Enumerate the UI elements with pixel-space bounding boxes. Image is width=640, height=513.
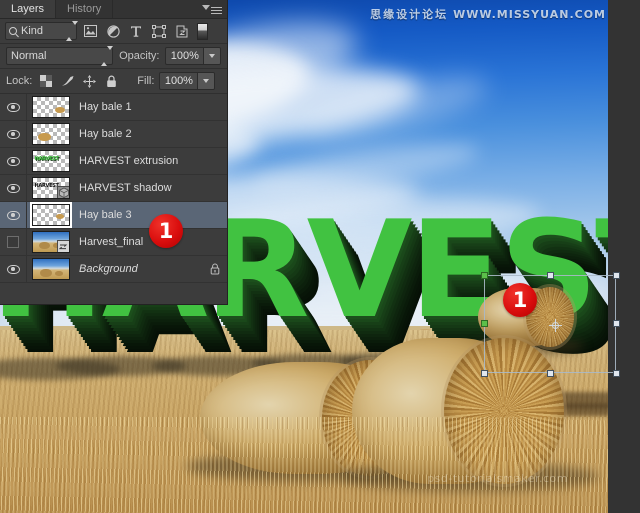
lock-position-icon[interactable]: [81, 73, 98, 90]
layer-visibility-toggle[interactable]: [0, 94, 27, 120]
fill-input[interactable]: 100%: [159, 72, 216, 90]
transform-handle-bottom-center[interactable]: [547, 370, 554, 377]
fill-slider-dropdown[interactable]: [197, 73, 215, 89]
layer-visibility-toggle[interactable]: [0, 229, 27, 255]
layer-list[interactable]: Hay bale 1 Hay bale 2 HARVEST HARVEST ex…: [0, 94, 227, 283]
layer-row-hay-bale-2[interactable]: Hay bale 2: [0, 121, 227, 148]
fill-value[interactable]: 100%: [160, 75, 197, 87]
photoshop-window: HARVEST: [0, 0, 640, 513]
layer-row-hay-bale-1[interactable]: Hay bale 1: [0, 94, 227, 121]
layer-name[interactable]: Background: [74, 263, 203, 275]
opacity-slider-dropdown[interactable]: [203, 48, 220, 64]
layer-thumbnail-cell[interactable]: [27, 94, 74, 120]
lock-all-icon[interactable]: [103, 73, 120, 90]
lock-image-pixels-icon[interactable]: [59, 73, 76, 90]
layer-name[interactable]: HARVEST extrusion: [74, 155, 227, 167]
lock-row[interactable]: Lock: Fill: 100%: [0, 69, 227, 94]
layer-row-harvest-final[interactable]: Harvest_final: [0, 229, 227, 256]
tab-history[interactable]: History: [56, 0, 114, 18]
layer-visibility-toggle[interactable]: [0, 148, 27, 174]
layer-thumbnail: [31, 258, 70, 280]
transform-handle-top-left[interactable]: [481, 272, 488, 279]
filter-kind-select[interactable]: Kind: [5, 21, 78, 41]
transform-handle-bottom-left[interactable]: [481, 370, 488, 377]
layer-name[interactable]: HARVEST shadow: [74, 182, 227, 194]
opacity-label: Opacity:: [119, 50, 160, 62]
transform-handle-middle-left[interactable]: [481, 320, 488, 327]
layer-row-harvest-shadow[interactable]: HARVEST HARVEST shadow: [0, 175, 227, 202]
blend-mode-select[interactable]: Normal: [6, 46, 114, 66]
layer-thumbnail: [31, 96, 70, 118]
3d-layer-badge-icon: [56, 186, 69, 198]
chevron-updown-icon[interactable]: [66, 21, 78, 41]
layer-thumbnail: [31, 123, 70, 145]
transform-handle-bottom-right[interactable]: [613, 370, 620, 377]
layer-name[interactable]: Hay bale 1: [74, 101, 227, 113]
layer-name[interactable]: Hay bale 2: [74, 128, 227, 140]
annotation-marker-canvas: 1: [503, 283, 537, 317]
panel-tab-bar[interactable]: Layers History: [0, 0, 227, 19]
layer-row-harvest-extrusion[interactable]: HARVEST HARVEST extrusion: [0, 148, 227, 175]
layer-name[interactable]: Hay bale 3: [74, 209, 227, 221]
filter-pixel-layers-icon[interactable]: [80, 22, 100, 41]
lock-transparent-pixels-icon[interactable]: [37, 73, 54, 90]
blend-opacity-row[interactable]: Normal Opacity: 100%: [0, 44, 227, 69]
canvas-gutter: [608, 0, 640, 513]
panel-menu-icon[interactable]: [202, 3, 222, 15]
layer-thumbnail-cell[interactable]: [27, 229, 74, 255]
filter-type-layers-icon[interactable]: [126, 22, 146, 41]
layer-visibility-toggle[interactable]: [0, 175, 27, 201]
transform-handle-top-center[interactable]: [547, 272, 554, 279]
watermark-bottom: psd-tutorialsmaker.com: [427, 472, 568, 485]
annotation-marker-panel: 1: [149, 214, 183, 248]
filter-shape-layers-icon[interactable]: [149, 22, 169, 41]
watermark-top-cn: 思缘设计论坛: [370, 8, 449, 21]
watermark-top: 思缘设计论坛 WWW.MISSYUAN.COM: [370, 6, 606, 22]
layer-visibility-toggle[interactable]: [0, 202, 27, 228]
layer-row-background[interactable]: Background: [0, 256, 227, 283]
layer-thumbnail: HARVEST: [31, 150, 70, 172]
layers-panel[interactable]: Layers History Kind Normal Opacity: 100%…: [0, 0, 228, 305]
layer-thumbnail: [31, 231, 70, 253]
watermark-top-url: WWW.MISSYUAN.COM: [453, 8, 606, 21]
filter-adjustment-layers-icon[interactable]: [103, 22, 123, 41]
stubble-foreground: [0, 417, 608, 513]
lock-label: Lock:: [6, 75, 33, 87]
layer-visibility-toggle[interactable]: [0, 121, 27, 147]
transform-handle-top-right[interactable]: [613, 272, 620, 279]
layer-filter-row[interactable]: Kind: [0, 19, 227, 44]
transform-handle-middle-right[interactable]: [613, 320, 620, 327]
layer-thumbnail: HARVEST: [31, 177, 70, 199]
layer-thumbnail-cell[interactable]: [27, 256, 74, 282]
chevron-updown-icon[interactable]: [101, 46, 114, 66]
layer-visibility-toggle[interactable]: [0, 256, 27, 282]
layer-locked-icon: [203, 263, 227, 275]
filter-kind-label: Kind: [21, 25, 44, 37]
opacity-value[interactable]: 100%: [166, 50, 203, 62]
tab-layers[interactable]: Layers: [0, 0, 57, 18]
layer-thumbnail-cell[interactable]: HARVEST: [27, 175, 74, 201]
blend-mode-label: Normal: [11, 50, 47, 62]
opacity-input[interactable]: 100%: [165, 47, 221, 65]
filter-enable-toggle[interactable]: [197, 22, 208, 40]
transform-reference-point-icon[interactable]: [549, 319, 562, 332]
layer-thumbnail-cell[interactable]: [27, 202, 74, 228]
layer-row-hay-bale-3[interactable]: Hay bale 3: [0, 202, 227, 229]
layer-thumbnail: [29, 202, 72, 228]
layer-thumbnail-cell[interactable]: [27, 121, 74, 147]
filter-smart-objects-icon[interactable]: [172, 22, 192, 41]
smart-object-badge-icon: [56, 240, 69, 252]
fill-label: Fill:: [137, 75, 155, 87]
layer-thumbnail-cell[interactable]: HARVEST: [27, 148, 74, 174]
search-icon: [9, 27, 17, 35]
